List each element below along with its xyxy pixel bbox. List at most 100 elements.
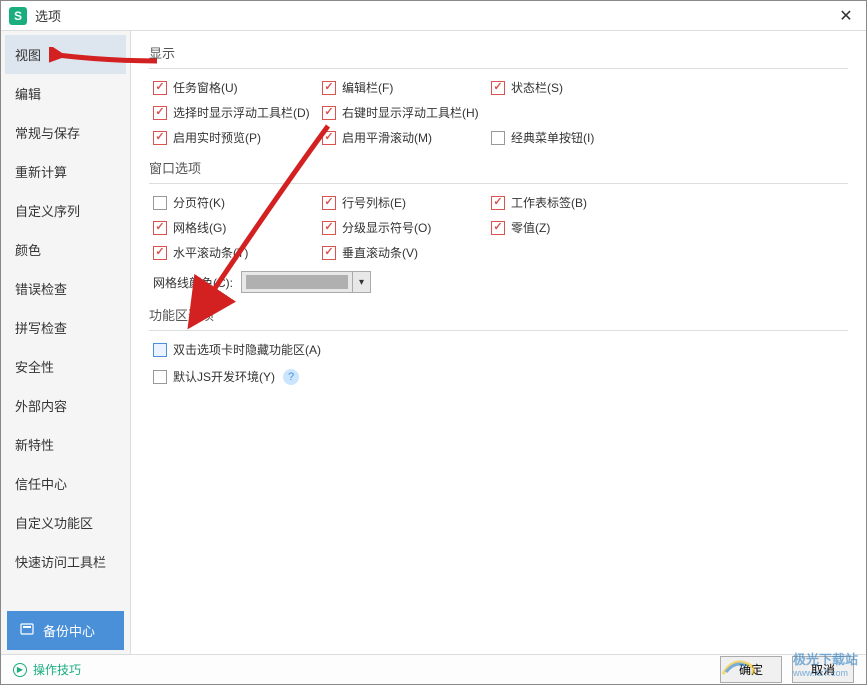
- chevron-down-icon: ▾: [352, 272, 370, 292]
- checkbox-box: [153, 196, 167, 210]
- sidebar-item-13[interactable]: 快速访问工具栏: [5, 542, 126, 581]
- sidebar: 视图编辑常规与保存重新计算自定义序列颜色错误检查拼写检查安全性外部内容新特性信任…: [1, 31, 131, 656]
- checkbox-box: [153, 246, 167, 260]
- sidebar-item-4[interactable]: 自定义序列: [5, 191, 126, 230]
- checkbox-box: [153, 370, 167, 384]
- display-checkbox-0[interactable]: 任务窗格(U): [153, 79, 318, 96]
- titlebar: S 选项 ✕: [1, 1, 866, 31]
- display-checkbox-1[interactable]: 编辑栏(F): [322, 79, 487, 96]
- checkbox-label: 双击选项卡时隐藏功能区(A): [173, 341, 321, 358]
- checkbox-box: [322, 131, 336, 145]
- window-checkbox-1[interactable]: 行号列标(E): [322, 194, 487, 211]
- checkbox-box: [153, 131, 167, 145]
- main-container: 视图编辑常规与保存重新计算自定义序列颜色错误检查拼写检查安全性外部内容新特性信任…: [1, 31, 866, 656]
- app-icon: S: [9, 7, 27, 25]
- backup-center-button[interactable]: 备份中心: [7, 611, 124, 650]
- close-icon[interactable]: ✕: [834, 4, 858, 28]
- window-checkbox-5[interactable]: 零值(Z): [491, 219, 656, 236]
- sidebar-item-1[interactable]: 编辑: [5, 74, 126, 113]
- ribbon-section: 功能区选项 双击选项卡时隐藏功能区(A) 默认JS开发环境(Y)?: [149, 305, 848, 385]
- sidebar-item-8[interactable]: 安全性: [5, 347, 126, 386]
- window-checkbox-4[interactable]: 分级显示符号(O): [322, 219, 487, 236]
- grid-color-row: 网格线颜色(C): ▾: [149, 271, 848, 293]
- display-checkbox-3[interactable]: 选择时显示浮动工具栏(D): [153, 104, 318, 121]
- window-section-title: 窗口选项: [149, 158, 848, 184]
- window-checkbox-7[interactable]: 垂直滚动条(V): [322, 244, 487, 261]
- ribbon-checkbox-0[interactable]: 双击选项卡时隐藏功能区(A): [153, 341, 848, 358]
- checkbox-label: 网格线(G): [173, 219, 226, 236]
- grid-color-label: 网格线颜色(C):: [153, 274, 233, 291]
- window-title: 选项: [35, 6, 834, 25]
- checkbox-label: 右键时显示浮动工具栏(H): [342, 104, 479, 121]
- checkbox-label: 启用平滑滚动(M): [342, 129, 432, 146]
- tips-link[interactable]: ▶ 操作技巧: [13, 661, 81, 678]
- window-checkbox-3[interactable]: 网格线(G): [153, 219, 318, 236]
- checkbox-label: 工作表标签(B): [511, 194, 587, 211]
- checkbox-label: 分页符(K): [173, 194, 225, 211]
- checkbox-label: 启用实时预览(P): [173, 129, 261, 146]
- sidebar-items: 视图编辑常规与保存重新计算自定义序列颜色错误检查拼写检查安全性外部内容新特性信任…: [1, 31, 130, 605]
- backup-label: 备份中心: [43, 621, 95, 640]
- display-checkbox-4[interactable]: 右键时显示浮动工具栏(H): [322, 104, 487, 121]
- display-checkbox-grid: 任务窗格(U) 编辑栏(F) 状态栏(S) 选择时显示浮动工具栏(D) 右键时显示浮动工…: [149, 79, 848, 146]
- checkbox-label: 水平滚动条(T): [173, 244, 248, 261]
- display-checkbox-6[interactable]: 启用实时预览(P): [153, 129, 318, 146]
- window-checkbox-0[interactable]: 分页符(K): [153, 194, 318, 211]
- window-checkbox-6[interactable]: 水平滚动条(T): [153, 244, 318, 261]
- sidebar-item-12[interactable]: 自定义功能区: [5, 503, 126, 542]
- checkbox-box: [153, 221, 167, 235]
- ribbon-checkbox-1[interactable]: 默认JS开发环境(Y)?: [153, 368, 848, 385]
- sidebar-item-5[interactable]: 颜色: [5, 230, 126, 269]
- checkbox-box: [491, 81, 505, 95]
- checkbox-box: [491, 131, 505, 145]
- checkbox-label: 任务窗格(U): [173, 79, 238, 96]
- window-section: 窗口选项 分页符(K) 行号列标(E) 工作表标签(B) 网格线(G) 分级显示符号(O…: [149, 158, 848, 293]
- checkbox-label: 零值(Z): [511, 219, 550, 236]
- display-section: 显示 任务窗格(U) 编辑栏(F) 状态栏(S) 选择时显示浮动工具栏(D) 右键时显示…: [149, 43, 848, 146]
- color-swatch: [246, 275, 348, 289]
- checkbox-label: 垂直滚动条(V): [342, 244, 418, 261]
- display-checkbox-8[interactable]: 经典菜单按钮(I): [491, 129, 656, 146]
- ribbon-section-title: 功能区选项: [149, 305, 848, 331]
- display-checkbox-7[interactable]: 启用平滑滚动(M): [322, 129, 487, 146]
- display-section-title: 显示: [149, 43, 848, 69]
- ok-button[interactable]: 确定: [720, 656, 782, 683]
- checkbox-label: 编辑栏(F): [342, 79, 393, 96]
- checkbox-box: [153, 81, 167, 95]
- window-checkbox-grid: 分页符(K) 行号列标(E) 工作表标签(B) 网格线(G) 分级显示符号(O) 零值(Z…: [149, 194, 848, 261]
- checkbox-label: 经典菜单按钮(I): [511, 129, 594, 146]
- tips-label: 操作技巧: [33, 661, 81, 678]
- help-icon[interactable]: ?: [283, 369, 299, 385]
- play-icon: ▶: [13, 663, 27, 677]
- grid-color-select[interactable]: ▾: [241, 271, 371, 293]
- checkbox-box: [322, 196, 336, 210]
- sidebar-item-9[interactable]: 外部内容: [5, 386, 126, 425]
- window-checkbox-2[interactable]: 工作表标签(B): [491, 194, 656, 211]
- checkbox-box: [153, 106, 167, 120]
- backup-icon: [19, 621, 35, 640]
- checkbox-box: [491, 221, 505, 235]
- checkbox-label: 行号列标(E): [342, 194, 406, 211]
- main-panel: 显示 任务窗格(U) 编辑栏(F) 状态栏(S) 选择时显示浮动工具栏(D) 右键时显示…: [131, 31, 866, 656]
- sidebar-item-11[interactable]: 信任中心: [5, 464, 126, 503]
- sidebar-item-7[interactable]: 拼写检查: [5, 308, 126, 347]
- ribbon-checkbox-list: 双击选项卡时隐藏功能区(A) 默认JS开发环境(Y)?: [149, 341, 848, 385]
- sidebar-item-10[interactable]: 新特性: [5, 425, 126, 464]
- checkbox-label: 选择时显示浮动工具栏(D): [173, 104, 310, 121]
- checkbox-box: [322, 81, 336, 95]
- sidebar-item-2[interactable]: 常规与保存: [5, 113, 126, 152]
- checkbox-box: [322, 246, 336, 260]
- checkbox-box: [153, 343, 167, 357]
- footer: ▶ 操作技巧 确定 取消: [1, 654, 866, 684]
- checkbox-box: [491, 196, 505, 210]
- sidebar-item-0[interactable]: 视图: [5, 35, 126, 74]
- checkbox-box: [322, 106, 336, 120]
- checkbox-box: [322, 221, 336, 235]
- sidebar-item-3[interactable]: 重新计算: [5, 152, 126, 191]
- checkbox-label: 状态栏(S): [511, 79, 563, 96]
- checkbox-label: 分级显示符号(O): [342, 219, 431, 236]
- cancel-button[interactable]: 取消: [792, 656, 854, 683]
- display-checkbox-2[interactable]: 状态栏(S): [491, 79, 656, 96]
- checkbox-label: 默认JS开发环境(Y): [173, 368, 275, 385]
- sidebar-item-6[interactable]: 错误检查: [5, 269, 126, 308]
